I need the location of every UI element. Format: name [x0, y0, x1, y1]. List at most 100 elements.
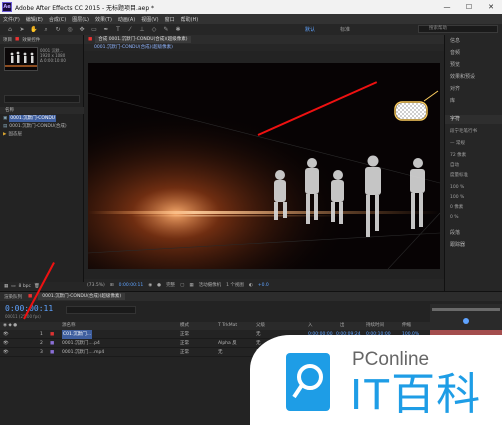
roto-brush-icon[interactable]: ✎ — [162, 26, 170, 34]
tracking-field[interactable]: 度量标准 — [445, 171, 502, 180]
help-search-input[interactable]: 搜索帮助 — [418, 25, 498, 33]
effects-controls-tab[interactable]: 效果控件 — [22, 37, 40, 43]
rotate-tool-icon[interactable]: ↻ — [54, 26, 62, 34]
menu-animation[interactable]: 动画(A) — [118, 16, 135, 23]
timeline-comp-tab[interactable]: 0001.沉默门-CONDU(合成)(超级像素) — [38, 293, 126, 300]
menu-effect[interactable]: 效果(T) — [95, 16, 112, 23]
time-ruler[interactable] — [430, 304, 502, 330]
text-tool-icon[interactable]: T — [114, 26, 122, 34]
horizontal-scale-field[interactable]: 100 % — [445, 193, 502, 202]
title-bar: Ae Adobe After Effects CC 2015 - 无标题项目.a… — [0, 0, 502, 14]
viewer-controls: (73.5%) ⊞ 0:00:00:11 ◉ ● 完整 ▢ ▦ 活动摄像机 1 … — [84, 279, 444, 291]
effects-presets-tab[interactable]: 效果和预设 — [445, 73, 502, 82]
menu-window[interactable]: 窗口 — [165, 16, 175, 23]
paragraph-panel-tab[interactable]: 段落 — [445, 229, 502, 238]
column-header-name[interactable]: 名称 — [0, 107, 84, 114]
channel-icon[interactable]: ● — [157, 283, 161, 288]
pan-behind-icon[interactable]: ✥ — [78, 26, 86, 34]
interpret-footage-icon[interactable]: ▦ — [4, 284, 8, 289]
maximize-button[interactable]: ☐ — [458, 0, 480, 14]
active-camera-dropdown[interactable]: 活动摄像机 — [199, 282, 222, 288]
region-of-interest-icon[interactable]: ▢ — [180, 283, 184, 288]
exposure-icon[interactable]: ◐ — [249, 283, 253, 288]
column-stretch[interactable]: 伸缩 — [402, 322, 411, 330]
hand-tool-icon[interactable]: ✋ — [30, 26, 38, 34]
menu-edit[interactable]: 编辑(E) — [26, 16, 43, 23]
camera-snapshot-icon[interactable]: ◉ — [148, 283, 152, 288]
eye-icon[interactable]: 👁 — [3, 330, 9, 339]
selection-tool-icon[interactable]: ➤ — [18, 26, 26, 34]
font-size-field[interactable]: 72 像素 — [445, 151, 502, 160]
brush-tool-icon[interactable]: ⁄ — [126, 26, 134, 34]
workspace-default[interactable]: 默认 — [305, 26, 315, 33]
close-icon[interactable]: ■ — [15, 37, 19, 42]
tsume-field[interactable]: 0 % — [445, 213, 502, 222]
work-area-bar[interactable] — [432, 308, 500, 311]
preview-panel-tab[interactable]: 预览 — [445, 61, 502, 70]
workspace-standard[interactable]: 标准 — [340, 26, 350, 33]
clone-stamp-icon[interactable]: ⊥ — [138, 26, 146, 34]
close-icon[interactable]: ■ — [88, 37, 92, 42]
eye-icon[interactable]: 👁 — [3, 348, 9, 357]
info-panel-tab[interactable]: 信息 — [445, 37, 502, 46]
project-search-input[interactable] — [4, 95, 80, 103]
zoom-tool-icon[interactable]: ⌕ — [42, 26, 50, 34]
menu-file[interactable]: 文件(F) — [3, 16, 20, 23]
libraries-panel-tab[interactable]: 库 — [445, 97, 502, 106]
column-out[interactable]: 出 — [340, 322, 345, 330]
puppet-tool-icon[interactable]: ✱ — [174, 26, 182, 34]
timeline-search-input[interactable] — [66, 306, 136, 314]
column-source-name[interactable]: 源名称 — [62, 322, 76, 330]
eraser-tool-icon[interactable]: ◇ — [150, 26, 158, 34]
baseline-shift-field[interactable]: 0 像素 — [445, 203, 502, 212]
breadcrumb[interactable]: 0001.沉默门-CONDU(合成)(超级像素) — [84, 44, 444, 51]
font-family-dropdown[interactable]: 段宁毛笔行书 — [445, 127, 502, 136]
close-icon[interactable]: ■ — [28, 294, 32, 299]
character-panel-tab[interactable]: 字符 — [445, 115, 502, 124]
resolution-dropdown[interactable]: 完整 — [166, 282, 175, 288]
column-parent[interactable]: 父级 — [256, 322, 265, 330]
grid-icon[interactable]: ⊞ — [110, 283, 114, 288]
view-layout-dropdown[interactable]: 1 个视图 — [226, 282, 244, 288]
transparency-grid-icon[interactable]: ▦ — [189, 283, 193, 288]
project-item[interactable]: ▤ 0001.沉默门-CONDU(合成) — [3, 123, 83, 130]
column-mode[interactable]: 模式 — [180, 322, 189, 330]
menu-composition[interactable]: 合成(C) — [49, 16, 66, 23]
playhead-icon[interactable] — [463, 318, 469, 324]
exposure-value[interactable]: +0.0 — [258, 283, 269, 288]
pen-tool-icon[interactable]: ✒ — [102, 26, 110, 34]
close-button[interactable]: ✕ — [480, 0, 502, 14]
home-icon[interactable]: ⌂ — [6, 26, 14, 34]
new-folder-icon[interactable]: ▭ — [11, 284, 15, 289]
eye-icon[interactable]: 👁 — [3, 339, 9, 348]
menu-bar: 文件(F) 编辑(E) 合成(C) 图层(L) 效果(T) 动画(A) 视图(V… — [0, 14, 502, 24]
layer-color-label[interactable]: ■ — [50, 348, 54, 357]
column-duration[interactable]: 持续时间 — [366, 322, 384, 330]
menu-view[interactable]: 视图(V) — [141, 16, 158, 23]
tracker-panel-tab[interactable]: 跟踪器 — [445, 241, 502, 250]
project-item[interactable]: ▣ 0001.沉默门-CONDU — [3, 115, 83, 122]
rectangle-tool-icon[interactable]: ▭ — [90, 26, 98, 34]
align-panel-tab[interactable]: 对齐 — [445, 85, 502, 94]
font-style-dropdown[interactable]: — 常规 — [445, 139, 502, 148]
project-tab[interactable]: 项目 — [3, 37, 12, 43]
minimize-button[interactable]: — — [436, 0, 458, 14]
render-queue-tab[interactable]: 渲染队列 — [4, 294, 22, 300]
leading-field[interactable]: 自动 — [445, 161, 502, 170]
composition-viewer[interactable] — [88, 63, 440, 269]
vertical-scale-field[interactable]: 100 % — [445, 183, 502, 192]
magnification-dropdown[interactable]: (73.5%) — [87, 283, 105, 288]
av-switches-icon[interactable]: ◉ ◆ ● — [3, 322, 17, 330]
menu-layer[interactable]: 图层(L) — [72, 16, 89, 23]
column-in[interactable]: 入 — [308, 322, 313, 330]
bpc-label[interactable]: 8 bpc — [19, 284, 31, 289]
audio-panel-tab[interactable]: 音频 — [445, 49, 502, 58]
layer-color-label[interactable]: ■ — [50, 339, 54, 348]
current-time-display[interactable]: 0:00:00:11 — [119, 283, 144, 288]
menu-help[interactable]: 帮助(H) — [181, 16, 199, 23]
layer-color-label[interactable]: ■ — [50, 330, 54, 339]
camera-tool-icon[interactable]: ◎ — [66, 26, 74, 34]
project-item[interactable]: ▶ 固态层 — [3, 131, 83, 138]
composition-tab[interactable]: 合成 0001.沉默门-CONDU(合成)(超级像素) — [95, 36, 191, 43]
column-trkmat[interactable]: T TrkMat — [218, 322, 237, 330]
